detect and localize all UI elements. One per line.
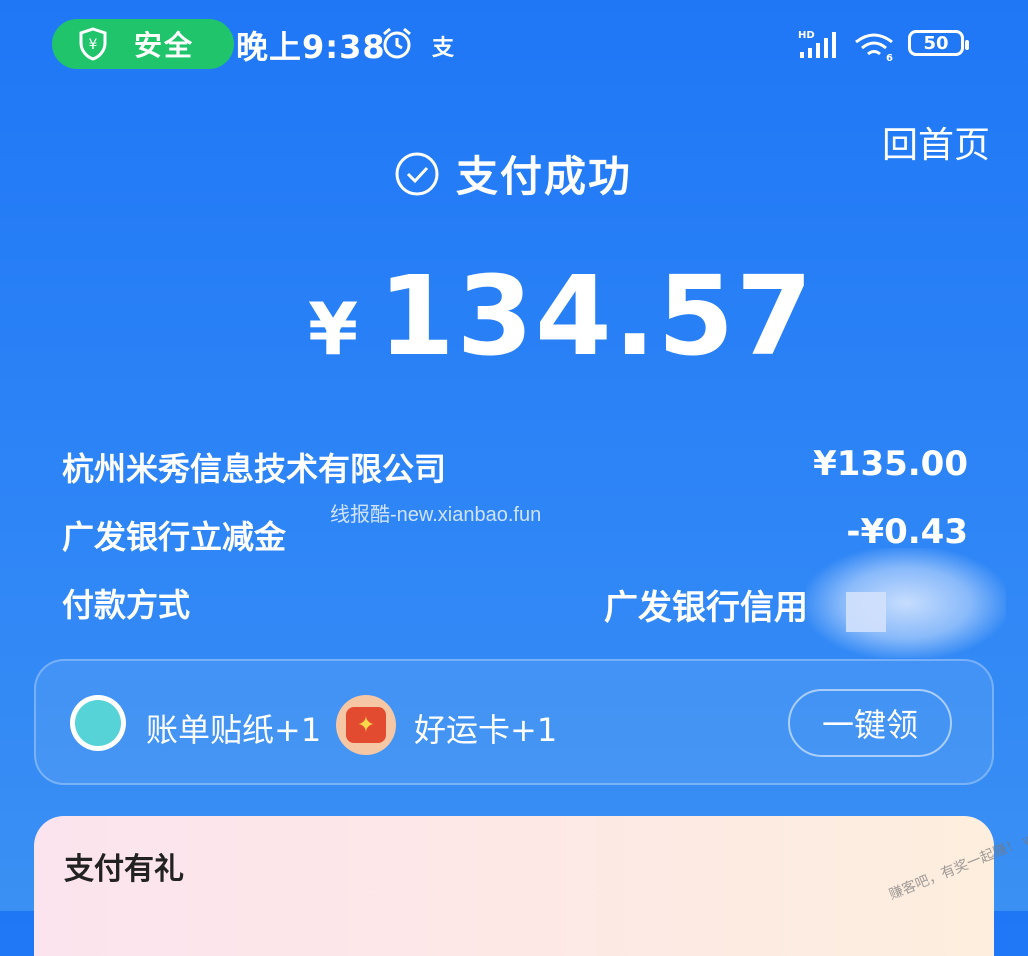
battery-nub (965, 40, 969, 50)
alarm-icon (383, 27, 411, 59)
security-label: 安全 (134, 29, 195, 62)
currency-symbol: ¥ (308, 287, 359, 371)
payment-amount: ¥ 134.57 (308, 252, 815, 380)
hd-label: HD (798, 30, 815, 41)
wifi-icon: 6 (855, 33, 893, 62)
battery-level: 50 (923, 32, 949, 54)
signal-icon: HD (798, 30, 836, 58)
battery-icon: 50 (908, 30, 969, 56)
sticker-icon-face (75, 700, 121, 746)
merchant-value: ¥135.00 (813, 444, 968, 484)
privacy-blur-square (846, 592, 886, 632)
luck-card-label: 好运卡+1 (414, 711, 558, 749)
payment-status: 支付成功 (394, 143, 632, 204)
status-time: 晚上9:38 (236, 28, 386, 66)
sticker-reward-label: 账单贴纸+1 (146, 711, 322, 749)
check-circle-icon (395, 152, 439, 195)
alipay-status-icon: 支 (432, 36, 455, 61)
wifi-6-label: 6 (886, 53, 893, 62)
red-envelope-icon: ✦ (346, 707, 386, 743)
status-bar: ¥ 安全 晚上9:38 支 HD 6 50 (0, 0, 1028, 88)
sticker-icon (70, 695, 126, 751)
security-badge[interactable]: ¥ 安全 (52, 19, 234, 69)
reward-card: 账单贴纸+1 ✦ 好运卡+1 一键领 (34, 659, 994, 785)
discount-label: 广发银行立减金 (62, 518, 287, 556)
payment-method-value: 广发银行信用 (604, 588, 808, 628)
privacy-blur (806, 548, 1006, 658)
home-link[interactable]: 回首页 (882, 116, 990, 168)
shield-icon: ¥ (79, 27, 107, 61)
merchant-label: 杭州米秀信息技术有限公司 (62, 450, 447, 488)
svg-text:¥: ¥ (89, 37, 98, 53)
payment-gift-card: 支付有礼 (34, 816, 994, 956)
amount-value: 134.57 (378, 252, 815, 380)
payment-method-label: 付款方式 (62, 586, 191, 624)
watermark-text: 线报酷-new.xianbao.fun (330, 504, 542, 526)
claim-all-button[interactable]: 一键领 (788, 689, 952, 757)
merchant-row: 杭州米秀信息技术有限公司 ¥135.00 (62, 444, 968, 488)
gift-title: 支付有礼 (64, 852, 184, 887)
luck-card-icon: ✦ (336, 695, 396, 755)
status-title: 支付成功 (456, 152, 633, 201)
discount-value: -¥0.43 (846, 512, 968, 552)
